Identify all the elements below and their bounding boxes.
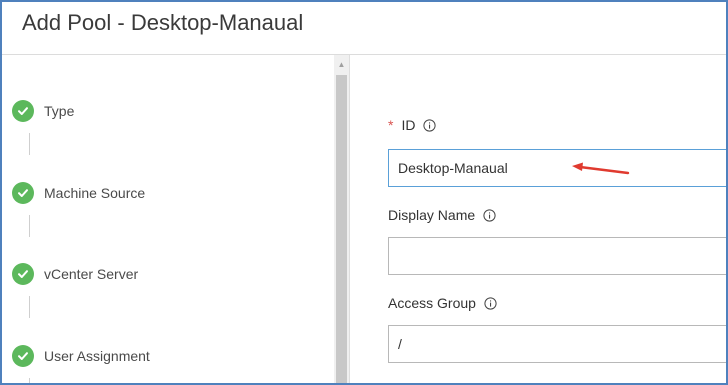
checkmark-icon: [12, 182, 34, 204]
checkmark-icon: [12, 263, 34, 285]
checkmark-icon: [12, 345, 34, 367]
wizard-step-vcenter-server[interactable]: vCenter Server: [12, 262, 138, 286]
access-group-label-text: Access Group: [388, 295, 476, 311]
wizard-step-label: Type: [44, 103, 75, 119]
red-arrow-annotation: [570, 161, 632, 184]
wizard-nav-scrollbar[interactable]: ▲: [334, 55, 350, 383]
step-connector: [29, 215, 30, 237]
wizard-step-type[interactable]: Type: [12, 99, 74, 123]
step-connector: [29, 133, 30, 155]
id-label-text: ID: [401, 117, 416, 133]
id-field-label: * ID: [388, 117, 437, 133]
required-marker: *: [388, 117, 394, 133]
display-name-label-text: Display Name: [388, 207, 476, 223]
wizard-step-label: User Assignment: [44, 348, 150, 364]
info-icon[interactable]: [483, 208, 496, 222]
id-input[interactable]: Desktop-Manaual: [388, 149, 726, 187]
scrollbar-thumb[interactable]: [336, 75, 347, 383]
scroll-up-arrow-icon[interactable]: ▲: [334, 60, 349, 70]
add-pool-dialog: Add Pool - Desktop-Manaual Type Machine …: [0, 0, 728, 385]
wizard-step-label: vCenter Server: [44, 266, 139, 282]
checkmark-icon: [12, 100, 34, 122]
info-icon[interactable]: [484, 296, 497, 310]
wizard-step-user-assignment[interactable]: User Assignment: [12, 344, 150, 368]
access-group-input[interactable]: /: [388, 325, 726, 363]
info-icon[interactable]: [423, 118, 437, 132]
display-name-field-label: Display Name: [388, 207, 496, 223]
step-connector: [29, 378, 30, 383]
wizard-step-machine-source[interactable]: Machine Source: [12, 181, 145, 205]
wizard-steps-panel: Type Machine Source vCenter Server User …: [2, 55, 334, 383]
display-name-input[interactable]: [388, 237, 726, 275]
dialog-header: Add Pool - Desktop-Manaual: [2, 2, 726, 55]
step-connector: [29, 296, 30, 318]
wizard-step-label: Machine Source: [44, 185, 146, 201]
pool-form: * ID Desktop-Manaual Display Name Access…: [350, 55, 726, 383]
dialog-title: Add Pool - Desktop-Manaual: [22, 10, 304, 35]
access-group-field-label: Access Group: [388, 295, 497, 311]
